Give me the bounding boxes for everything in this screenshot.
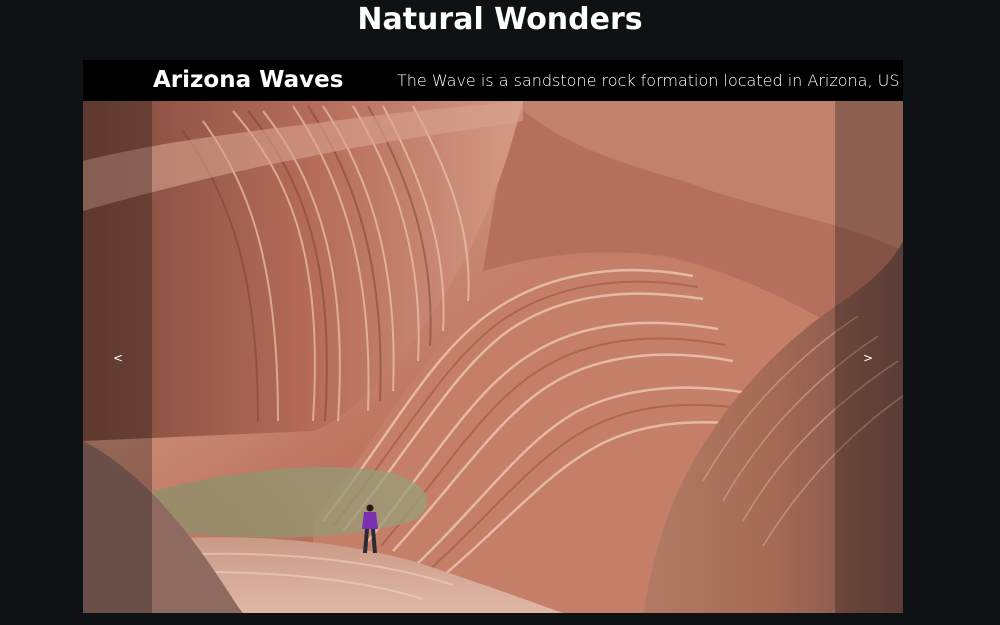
page-title: Natural Wonders [357, 2, 643, 37]
slide-image [83, 101, 903, 613]
slide-caption-bar: Arizona Waves The Wave is a sandstone ro… [83, 60, 903, 101]
wave-rock-photo [83, 101, 903, 613]
previous-slide-button[interactable]: < [103, 345, 133, 371]
slide-title: Arizona Waves [153, 67, 344, 93]
slide-description: The Wave is a sandstone rock formation l… [397, 71, 900, 90]
image-slider: Arizona Waves The Wave is a sandstone ro… [83, 60, 903, 613]
next-slide-button[interactable]: > [853, 345, 883, 371]
